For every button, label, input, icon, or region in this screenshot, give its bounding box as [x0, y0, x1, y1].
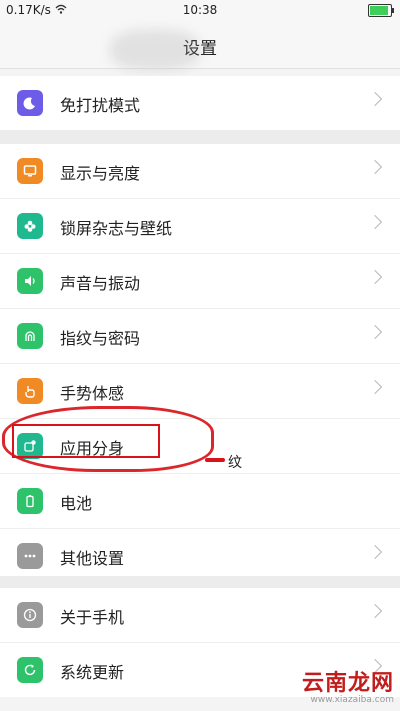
- settings-item-sound[interactable]: 声音与振动: [0, 254, 400, 309]
- settings-item-display[interactable]: 显示与亮度: [0, 144, 400, 199]
- chevron-right-icon: [367, 324, 383, 340]
- display-icon: [17, 158, 43, 184]
- hand-icon: [17, 378, 43, 404]
- chevron-right-icon: [367, 379, 383, 395]
- section-divider: [0, 130, 400, 144]
- settings-item-about[interactable]: 关于手机: [0, 588, 400, 643]
- watermark-url: www.xiazaiba.com: [310, 695, 394, 705]
- settings-item-label: 显示与亮度: [60, 164, 141, 183]
- settings-item-other[interactable]: 其他设置: [0, 529, 400, 583]
- fingerprint-icon: [17, 323, 43, 349]
- settings-item-label: 关于手机: [60, 608, 125, 627]
- chevron-right-icon: [367, 159, 383, 175]
- settings-item-do-not-disturb[interactable]: 免打扰模式: [0, 76, 400, 130]
- watermark-brand: 云南龙网: [301, 671, 394, 696]
- settings-item-label: 声音与振动: [60, 274, 141, 293]
- battery-icon: [17, 488, 43, 514]
- settings-item-label: 电池: [60, 494, 93, 513]
- speaker-icon: [17, 268, 43, 294]
- info-icon: [17, 602, 43, 628]
- clock: 10:38: [182, 3, 218, 17]
- group-quiet: 免打扰模式: [0, 76, 400, 130]
- battery-status-icon: [368, 4, 394, 17]
- battery-indicator: [368, 4, 394, 17]
- settings-item-label: 指纹与密码: [60, 329, 141, 348]
- settings-item-label: 手势体感: [60, 384, 125, 403]
- flower-icon: [17, 213, 43, 239]
- settings-item-label: 锁屏杂志与壁纸: [60, 219, 173, 238]
- stray-overlay-text: 纹: [228, 455, 242, 471]
- watermark-smudge: [110, 30, 200, 70]
- status-bar: 0.17K/s 10:38: [0, 0, 400, 22]
- more-icon: [17, 543, 43, 569]
- moon-icon: [17, 90, 43, 116]
- settings-item-fingerprint[interactable]: 指纹与密码: [0, 309, 400, 364]
- chevron-right-icon: [367, 544, 383, 560]
- settings-item-battery[interactable]: 电池: [0, 474, 400, 529]
- title-bar: 设置: [0, 22, 400, 69]
- settings-item-lockscreen[interactable]: 锁屏杂志与壁纸: [0, 199, 400, 254]
- watermark-logo: 云南龙网 www.xiazaiba.com: [302, 665, 394, 705]
- chevron-right-icon: [367, 269, 383, 285]
- group-main: 显示与亮度 锁屏杂志与壁纸 声音与振动 指纹与密码 手势体感 应用分身 电池 其…: [0, 144, 400, 583]
- chevron-right-icon: [367, 91, 383, 107]
- settings-item-label: 免打扰模式: [60, 96, 141, 115]
- settings-item-label: 其他设置: [60, 549, 125, 568]
- update-icon: [17, 657, 43, 683]
- chevron-right-icon: [367, 603, 383, 619]
- annotation-mark: [205, 458, 225, 462]
- page-title: 设置: [183, 39, 217, 59]
- settings-item-label: 系统更新: [60, 663, 125, 682]
- section-divider: [0, 576, 400, 588]
- annotation-box: [12, 424, 160, 458]
- chevron-right-icon: [367, 214, 383, 230]
